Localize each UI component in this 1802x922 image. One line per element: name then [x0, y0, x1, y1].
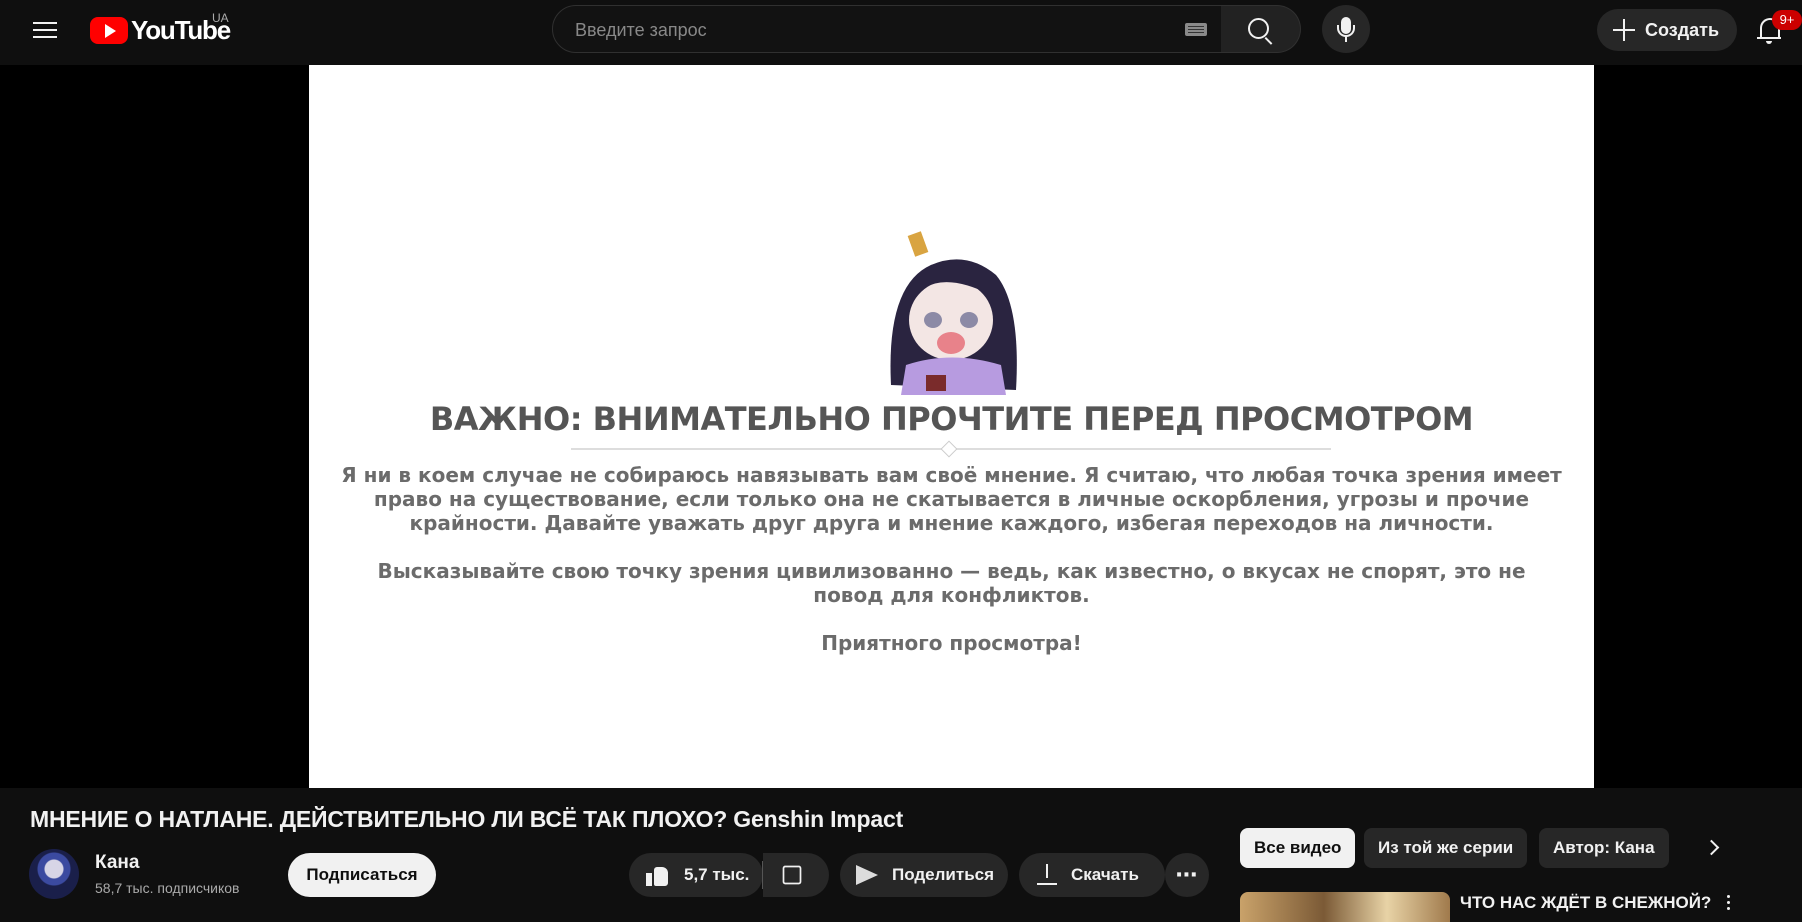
create-button[interactable]: Создать	[1597, 9, 1737, 51]
anime-character-illustration	[890, 231, 1017, 395]
masthead: YouTube UA Создать 9+	[0, 0, 1802, 65]
share-label: Поделиться	[892, 865, 995, 884]
search-box	[552, 5, 1222, 54]
share-button[interactable]: Поделиться	[840, 853, 1008, 897]
country-code: UA	[212, 11, 229, 25]
notice-paragraph-2: Высказывайте свою точку зрения цивилизов…	[377, 559, 1526, 607]
menu-icon[interactable]	[28, 17, 62, 47]
more-actions-button[interactable]: ⋯	[1165, 853, 1209, 897]
channel-name[interactable]: Кана	[95, 852, 139, 874]
more-vert-icon[interactable]	[1722, 893, 1734, 913]
thumbs-up-icon	[646, 863, 670, 887]
create-label: Создать	[1645, 19, 1720, 40]
notice-title: ВАЖНО: ВНИМАТЕЛЬНО ПРОЧТИТЕ ПЕРЕД ПРОСМО…	[429, 400, 1474, 438]
download-icon	[1037, 864, 1057, 886]
subscriber-count: 58,7 тыс. подписчиков	[95, 880, 240, 896]
dislike-button[interactable]	[763, 853, 829, 897]
subscribe-button[interactable]: Подписаться	[288, 853, 436, 897]
like-count: 5,7 тыс.	[684, 865, 750, 884]
video-player[interactable]: ВАЖНО: ВНИМАТЕЛЬНО ПРОЧТИТЕ ПЕРЕД ПРОСМО…	[309, 65, 1594, 788]
thumbs-down-icon	[782, 865, 802, 885]
share-arrow-icon	[856, 865, 878, 885]
notice-paragraph-1: Я ни в коем случае не собираюсь навязыва…	[341, 463, 1562, 535]
notice-paragraph-3: Приятного просмотра!	[821, 631, 1082, 655]
video-title: МНЕНИЕ О НАТЛАНЕ. ДЕЙСТВИТЕЛЬНО ЛИ ВСЁ Т…	[30, 806, 904, 832]
keyboard-icon[interactable]	[1185, 23, 1207, 36]
voice-search-button[interactable]	[1322, 5, 1370, 53]
chip-same-series[interactable]: Из той же серии	[1364, 828, 1528, 868]
plus-icon	[1613, 19, 1635, 41]
chip-all-videos[interactable]: Все видео	[1240, 828, 1356, 868]
chip-author[interactable]: Автор: Кана	[1539, 828, 1669, 868]
download-label: Скачать	[1071, 865, 1139, 884]
notifications-badge: 9+	[1772, 10, 1802, 30]
recommendation-title[interactable]: ЧТО НАС ЖДЁТ В СНЕЖНОЙ?	[1460, 893, 1711, 913]
search-icon	[1248, 18, 1269, 39]
channel-avatar[interactable]	[29, 849, 79, 899]
chevron-right-icon[interactable]	[1693, 828, 1733, 868]
recommendation-thumbnail[interactable]	[1240, 892, 1450, 922]
search-button[interactable]	[1221, 5, 1301, 53]
like-button[interactable]: 5,7 тыс.	[629, 853, 763, 897]
search-input[interactable]	[573, 6, 1137, 54]
divider	[571, 448, 1331, 450]
youtube-play-icon	[90, 16, 128, 44]
download-button[interactable]: Скачать	[1019, 853, 1165, 897]
youtube-logo[interactable]: YouTube UA	[90, 11, 231, 46]
